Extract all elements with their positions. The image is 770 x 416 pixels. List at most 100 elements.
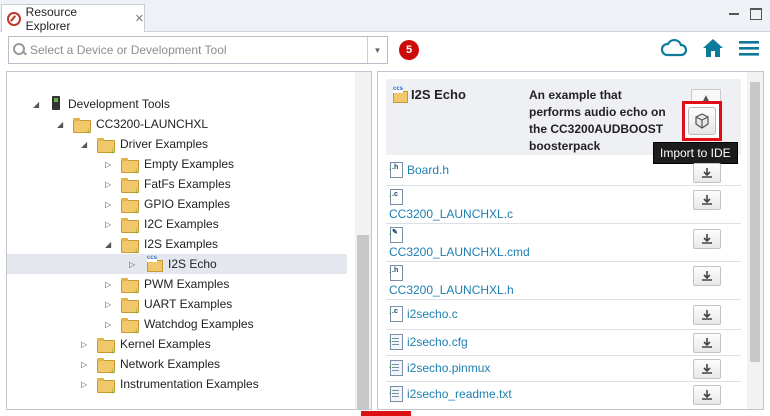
cloud-icon[interactable]: [660, 38, 688, 58]
file-row: ↓ i2secho_readme.txt: [386, 382, 741, 409]
tree-item-i2s-examples[interactable]: ◢ ↓ I2S Examples: [105, 234, 218, 254]
notification-badge[interactable]: 5: [399, 40, 419, 60]
folder-icon: ↓: [121, 277, 139, 294]
document-file-icon: ↓: [388, 334, 403, 350]
header-file-icon: .h ↓: [388, 265, 403, 281]
tree-item-development-tools[interactable]: ◢ Development Tools: [33, 94, 170, 114]
tree-item-label: Watchdog Examples: [144, 317, 254, 331]
import-button-face: [688, 107, 716, 135]
collapsed-toggle-icon[interactable]: ▷: [105, 200, 115, 209]
folder-icon: ↓: [73, 117, 91, 134]
file-link[interactable]: .c ↓ i2secho.c: [388, 306, 458, 322]
file-link[interactable]: ✎ ↓ CC3200_LAUNCHXL.cmd: [388, 227, 530, 259]
search-toolbar: ▼ 5: [0, 33, 770, 67]
tree-item-kernel-examples[interactable]: ▷ ↓ Kernel Examples: [81, 334, 211, 354]
tree-item-i2s-echo[interactable]: ▷ ccs I2S Echo: [7, 254, 347, 274]
tree-item-uart-examples[interactable]: ▷ ↓ UART Examples: [105, 294, 232, 314]
download-icon: [702, 338, 712, 348]
expanded-toggle-icon[interactable]: ◢: [33, 100, 43, 109]
tree-scrollbar-thumb[interactable]: [357, 235, 369, 409]
tree-item-watchdog-examples[interactable]: ▷ ↓ Watchdog Examples: [105, 314, 254, 334]
download-button[interactable]: [693, 359, 721, 379]
download-button[interactable]: [693, 385, 721, 405]
minimize-icon[interactable]: [728, 8, 740, 20]
file-name[interactable]: CC3200_LAUNCHXL.c: [389, 207, 513, 221]
detail-scrollbar[interactable]: [747, 72, 763, 409]
expanded-toggle-icon[interactable]: ◢: [105, 240, 115, 249]
download-icon: [702, 195, 712, 205]
maximize-icon[interactable]: [750, 8, 762, 20]
tree-item-pwm-examples[interactable]: ▷ ↓ PWM Examples: [105, 274, 229, 294]
tree-item-instrumentation-examples[interactable]: ▷ ↓ Instrumentation Examples: [81, 374, 259, 394]
file-name[interactable]: i2secho.cfg: [407, 335, 468, 349]
download-icon: [702, 310, 712, 320]
collapsed-toggle-icon[interactable]: ▷: [105, 180, 115, 189]
resource-tree-pane: « ◢ Development Tools ◢ ↓ CC3200-LAUNCHX…: [6, 71, 372, 410]
detail-scrollbar-thumb[interactable]: [750, 82, 760, 362]
import-to-ide-button[interactable]: [682, 101, 722, 141]
folder-icon: ↓: [121, 297, 139, 314]
example-title: I2S Echo: [392, 85, 466, 103]
collapsed-toggle-icon[interactable]: ▷: [81, 380, 91, 389]
home-icon[interactable]: [702, 38, 724, 58]
document-file-icon: ↓: [388, 360, 403, 376]
collapsed-toggle-icon[interactable]: ▷: [105, 160, 115, 169]
file-name[interactable]: CC3200_LAUNCHXL.cmd: [389, 245, 530, 259]
file-name[interactable]: i2secho.c: [407, 307, 458, 321]
expanded-toggle-icon[interactable]: ◢: [57, 120, 67, 129]
download-button[interactable]: [693, 229, 721, 249]
file-name[interactable]: i2secho.pinmux: [407, 361, 490, 375]
highlight-marker: [361, 411, 411, 416]
tree-item-label: I2S Examples: [144, 237, 219, 251]
download-button[interactable]: [693, 333, 721, 353]
tree-scrollbar[interactable]: [355, 72, 371, 409]
tree-item-fatfs-examples[interactable]: ▷ ↓ FatFs Examples: [105, 174, 231, 194]
folder-icon: ↓: [121, 217, 139, 234]
file-row: .c ↓ i2secho.c: [386, 300, 741, 330]
download-button[interactable]: [693, 266, 721, 286]
chevron-down-icon[interactable]: ▼: [367, 37, 387, 63]
file-name[interactable]: i2secho_readme.txt: [407, 387, 512, 401]
download-button[interactable]: [693, 305, 721, 325]
download-button[interactable]: [693, 190, 721, 210]
tree-item-i2c-examples[interactable]: ▷ ↓ I2C Examples: [105, 214, 219, 234]
collapsed-toggle-icon[interactable]: ▷: [105, 300, 115, 309]
file-link[interactable]: ↓ i2secho_readme.txt: [388, 386, 512, 402]
tree-item-label: Instrumentation Examples: [120, 377, 259, 391]
tree-item-network-examples[interactable]: ▷ ↓ Network Examples: [81, 354, 220, 374]
collapsed-toggle-icon[interactable]: ▷: [105, 220, 115, 229]
ccs-project-icon: [392, 85, 408, 103]
file-row: ↓ i2secho.cfg: [386, 330, 741, 356]
tab-resource-explorer[interactable]: Resource Explorer ✕: [1, 4, 145, 33]
file-link[interactable]: .h ↓ Board.h: [388, 162, 449, 178]
expanded-toggle-icon[interactable]: ◢: [81, 140, 91, 149]
close-icon[interactable]: ✕: [135, 12, 144, 25]
collapsed-toggle-icon[interactable]: ▷: [81, 340, 91, 349]
menu-icon[interactable]: [738, 39, 760, 57]
collapsed-toggle-icon[interactable]: ▷: [105, 320, 115, 329]
file-name[interactable]: Board.h: [407, 163, 449, 177]
file-row: .h ↓ CC3200_LAUNCHXL.h: [386, 262, 741, 300]
file-link[interactable]: .h ↓ CC3200_LAUNCHXL.h: [388, 265, 514, 297]
tree-item-cc3200-launchxl[interactable]: ◢ ↓ CC3200-LAUNCHXL: [57, 114, 208, 134]
tree-item-label: UART Examples: [144, 297, 233, 311]
tree-item-driver-examples[interactable]: ◢ ↓ Driver Examples: [81, 134, 208, 154]
folder-icon: ↓: [97, 137, 115, 154]
example-detail-pane: I2S Echo An example that performs audio …: [377, 71, 764, 410]
download-button[interactable]: [693, 163, 721, 183]
file-name[interactable]: CC3200_LAUNCHXL.h: [389, 283, 514, 297]
tree-item-label: Network Examples: [120, 357, 221, 371]
collapsed-toggle-icon[interactable]: ▷: [81, 360, 91, 369]
folder-icon: ↓: [121, 177, 139, 194]
collapsed-toggle-icon[interactable]: ▷: [105, 280, 115, 289]
tree-item-empty-examples[interactable]: ▷ ↓ Empty Examples: [105, 154, 234, 174]
folder-icon: ↓: [97, 357, 115, 374]
tree-item-gpio-examples[interactable]: ▷ ↓ GPIO Examples: [105, 194, 230, 214]
example-title-text: I2S Echo: [411, 87, 466, 102]
device-search-input[interactable]: [27, 38, 367, 62]
tree-item-label: CC3200-LAUNCHXL: [96, 117, 209, 131]
file-link[interactable]: ↓ i2secho.pinmux: [388, 360, 490, 376]
collapsed-toggle-icon[interactable]: ▷: [129, 260, 139, 269]
file-link[interactable]: ↓ i2secho.cfg: [388, 334, 468, 350]
file-link[interactable]: .c ↓ CC3200_LAUNCHXL.c: [388, 189, 513, 221]
